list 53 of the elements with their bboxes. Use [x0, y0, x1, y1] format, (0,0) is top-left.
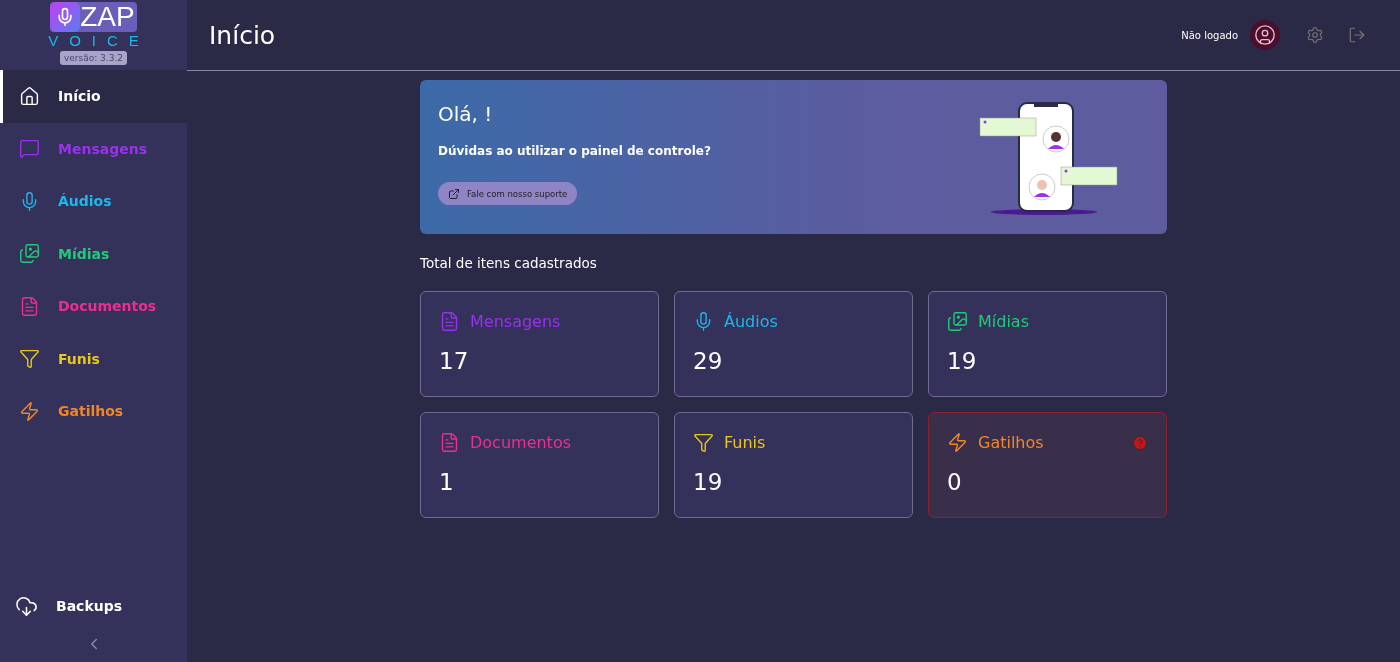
funnel-icon [693, 432, 714, 453]
lightning-icon [947, 432, 968, 453]
nav-label: Gatilhos [58, 403, 124, 420]
nav-item[interactable]: Documentos [0, 280, 187, 333]
card-label: Gatilhos [978, 433, 1045, 452]
card-count: 19 [693, 469, 724, 495]
document-icon [439, 311, 460, 332]
nav-label: Documentos [58, 298, 157, 315]
help-question: Dúvidas ao utilizar o painel de controle? [438, 144, 711, 158]
greeting: Olá, ! [438, 102, 493, 126]
funnel-icon [19, 348, 40, 370]
nav-item[interactable]: Início [0, 70, 187, 123]
nav-item[interactable]: Mídias [0, 227, 187, 280]
external-link-icon [448, 187, 460, 200]
login-status: Não logado [1181, 29, 1238, 41]
version-badge: versão: 3.3.2 [59, 51, 128, 65]
nav-label: Mensagens [58, 140, 147, 157]
card-count: 19 [947, 348, 978, 374]
page-title: Início [209, 20, 277, 50]
logo-text: ZAP [80, 2, 135, 32]
card-count: 0 [947, 469, 963, 495]
nav-item[interactable]: Funis [0, 332, 187, 385]
card-label: Mídias [978, 312, 1030, 331]
settings-icon[interactable] [1306, 26, 1324, 44]
logout-icon[interactable] [1348, 26, 1366, 44]
logo-subtext: VOICE [48, 32, 150, 50]
card-count: 29 [693, 348, 724, 374]
nav-label: Funis [58, 350, 100, 367]
image-icon [947, 311, 968, 332]
card-count: 1 [439, 469, 455, 495]
chat-icon [19, 138, 40, 160]
image-icon [19, 243, 40, 265]
user-avatar[interactable] [1250, 20, 1280, 50]
backups-nav-item[interactable]: Backups [0, 586, 187, 626]
card-label: Áudios [724, 312, 779, 331]
card-label: Funis [724, 433, 767, 452]
nav-item[interactable]: Gatilhos [0, 385, 187, 438]
help-icon[interactable] [1132, 434, 1148, 451]
cloud-download-icon [15, 594, 38, 618]
card-count: 17 [439, 348, 470, 374]
nav-label: Áudios [58, 193, 112, 210]
nav-label: Backups [56, 598, 123, 614]
document-icon [19, 295, 40, 317]
support-button[interactable]: Fale com nosso suporte [438, 182, 578, 205]
card-label: Documentos [470, 433, 572, 452]
nav-label: Mídias [58, 245, 110, 262]
document-icon [439, 432, 460, 453]
lightning-icon [19, 400, 40, 422]
nav-item[interactable]: Áudios [0, 175, 187, 228]
card-label: Mensagens [470, 312, 562, 331]
section-title: Total de itens cadastrados [420, 255, 598, 271]
nav-label: Início [58, 88, 101, 105]
home-icon [19, 85, 40, 107]
